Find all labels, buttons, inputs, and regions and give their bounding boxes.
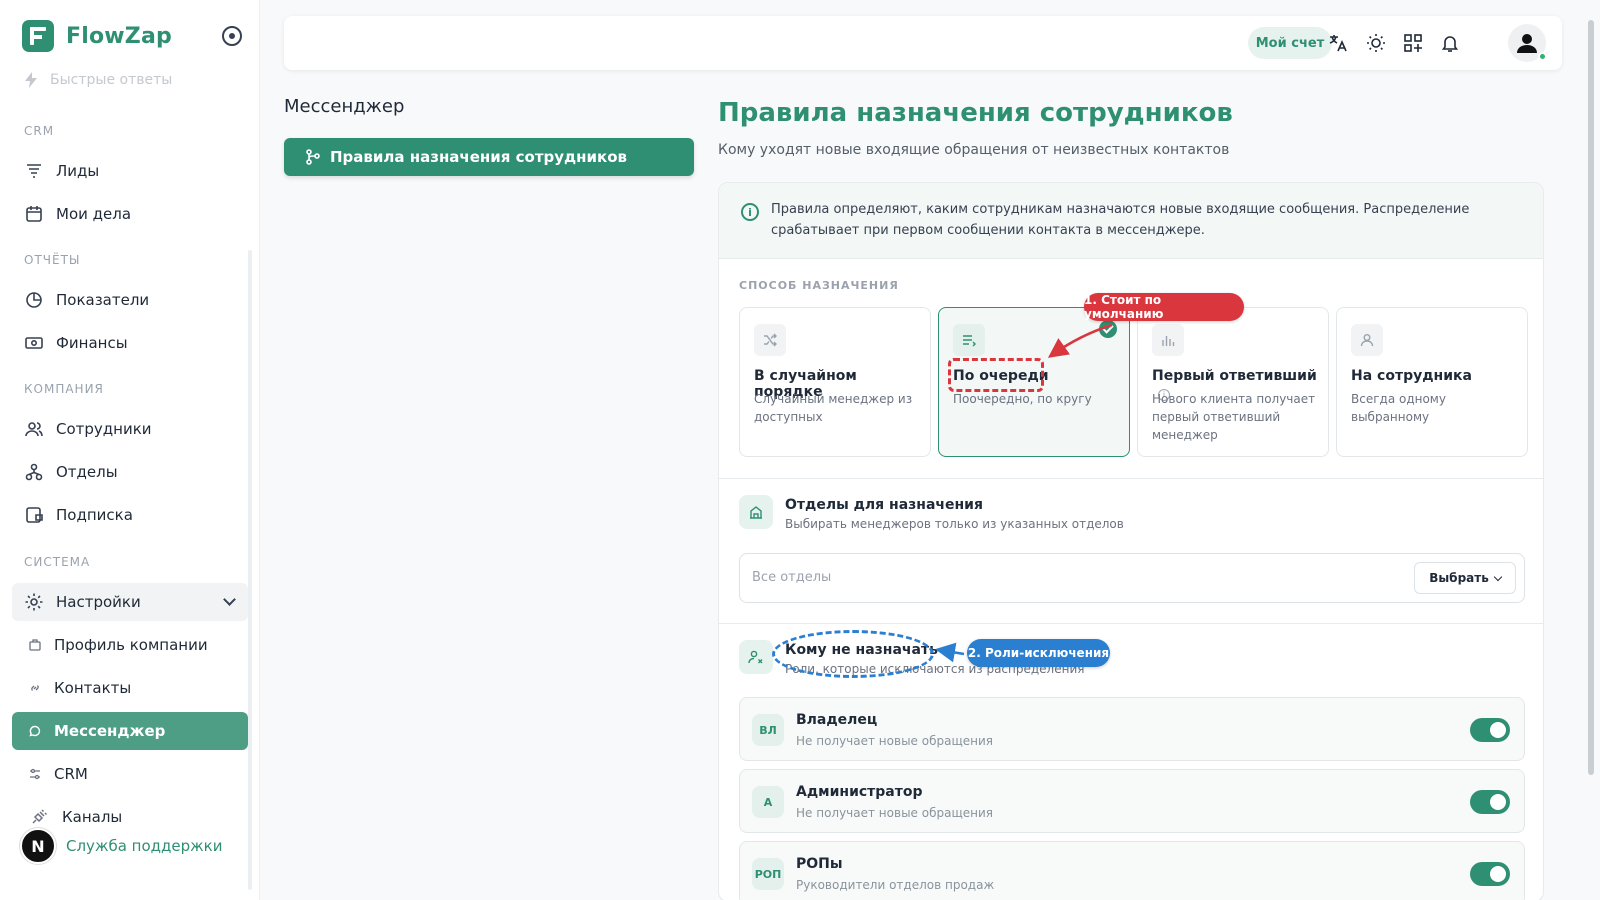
sidebar-item-departments[interactable]: Отделы <box>12 453 248 491</box>
exclude-admin-toggle[interactable] <box>1470 790 1510 814</box>
users-icon <box>24 419 44 439</box>
info-banner: i Правила определяют, каким сотрудникам … <box>719 183 1543 259</box>
option-first-responder[interactable]: Первый ответившийi Нового клиента получа… <box>1137 307 1329 457</box>
divider <box>719 478 1543 479</box>
queue-list-icon <box>953 324 985 356</box>
page-subtitle: Кому уходят новые входящие обращения от … <box>718 142 1230 158</box>
role-badge: А <box>752 786 784 818</box>
pie-chart-icon <box>24 290 44 310</box>
departments-title: Отделы для назначения <box>785 497 983 513</box>
exclude-sales-heads-toggle[interactable] <box>1470 862 1510 886</box>
bar-chart-icon <box>1152 324 1184 356</box>
sidebar-item-finance[interactable]: Финансы <box>12 324 248 362</box>
sidebar-item-quick-replies[interactable]: Быстрые ответы <box>24 72 172 88</box>
selected-check-icon <box>1099 320 1117 338</box>
annotation-blue-highlight <box>772 630 934 678</box>
assignment-rules-nav-button[interactable]: Правила назначения сотрудников <box>284 138 694 176</box>
top-bar: Мой счет <box>284 16 1562 70</box>
choose-departments-button[interactable]: Выбрать <box>1414 562 1516 594</box>
annotation-blue-label: 2. Роли-исключения <box>967 639 1110 667</box>
brand[interactable]: FlowZap <box>22 20 172 52</box>
role-row-admin: А Администратор Не получает новые обраще… <box>739 769 1525 833</box>
git-branch-icon <box>306 149 320 165</box>
sidebar-item-messenger[interactable]: Мессенджер <box>12 712 248 750</box>
support-link[interactable]: N Служба поддержки <box>20 828 222 864</box>
role-badge: ВЛ <box>752 714 784 746</box>
section-label-reports: ОТЧЁТЫ <box>24 253 81 267</box>
page-title: Правила назначения сотрудников <box>718 98 1233 128</box>
departments-subtitle: Выбирать менеджеров только из указанных … <box>785 517 1124 531</box>
user-icon <box>1517 34 1537 53</box>
method-label: СПОСОБ НАЗНАЧЕНИЯ <box>739 279 899 292</box>
role-row-owner: ВЛ Владелец Не получает новые обращения <box>739 697 1525 761</box>
chat-bubble-icon <box>28 724 42 738</box>
user-x-icon <box>739 640 773 674</box>
sidebar-item-subscription[interactable]: Подписка <box>12 496 248 534</box>
theme-sun-icon[interactable] <box>1365 32 1387 54</box>
sidebar-item-my-tasks[interactable]: Мои дела <box>12 195 248 233</box>
link-icon <box>28 681 42 695</box>
page-scrollbar[interactable] <box>1588 20 1594 775</box>
sidebar-item-employees[interactable]: Сотрудники <box>12 410 248 448</box>
wallet-icon <box>24 505 44 525</box>
role-row-sales-heads: РОП РОПы Руководители отделов продаж <box>739 841 1525 900</box>
flowzap-logo-icon <box>22 20 54 52</box>
chevron-down-icon <box>223 593 236 606</box>
sidebar-item-company-profile[interactable]: Профиль компании <box>12 626 248 664</box>
sidebar-toggle-icon[interactable] <box>222 26 242 46</box>
building-icon <box>739 495 773 529</box>
apps-grid-icon[interactable] <box>1402 32 1424 54</box>
gear-icon <box>24 592 44 612</box>
sidebar-item-leads[interactable]: Лиды <box>12 152 248 190</box>
section-label-company: КОМПАНИЯ <box>24 382 104 396</box>
sidebar-item-metrics[interactable]: Показатели <box>12 281 248 319</box>
panel-title: Мессенджер <box>284 96 405 117</box>
user-icon <box>1351 324 1383 356</box>
chevron-down-icon <box>1493 572 1503 581</box>
sidebar-scrollbar[interactable] <box>248 250 252 890</box>
brand-name: FlowZap <box>66 23 172 49</box>
sidebar-item-settings[interactable]: Настройки <box>12 583 248 621</box>
info-icon: i <box>741 203 759 221</box>
plug-icon <box>28 809 50 825</box>
sidebar: FlowZap Быстрые ответы CRM Лиды Мои дела… <box>0 0 260 900</box>
hierarchy-icon <box>24 462 44 482</box>
role-badge: РОП <box>752 858 784 890</box>
support-avatar: N <box>20 828 56 864</box>
my-account-button[interactable]: Мой счет <box>1248 27 1332 59</box>
sidebar-item-crm[interactable]: CRM <box>12 755 248 793</box>
building-icon <box>28 638 42 652</box>
sliders-icon <box>28 767 42 781</box>
departments-select[interactable]: Все отделы Выбрать <box>739 553 1525 603</box>
translate-icon[interactable] <box>1327 32 1349 54</box>
rules-card: i Правила определяют, каким сотрудникам … <box>718 182 1544 900</box>
section-label-crm: CRM <box>24 124 55 138</box>
exclude-owner-toggle[interactable] <box>1470 718 1510 742</box>
calendar-icon <box>24 204 44 224</box>
divider <box>719 623 1543 624</box>
option-specific-employee[interactable]: На сотрудника Всегда одному выбранному <box>1336 307 1528 457</box>
shuffle-icon <box>754 324 786 356</box>
online-status-dot <box>1538 52 1547 61</box>
annotation-red-label: 1. Стоит по умолчанию <box>1084 293 1244 321</box>
lightning-icon <box>25 72 37 88</box>
section-label-system: СИСТЕМА <box>24 555 91 569</box>
annotation-red-highlight <box>948 358 1044 392</box>
funnel-icon <box>24 161 44 181</box>
option-random[interactable]: В случайном порядке Случайный менеджер и… <box>739 307 931 457</box>
banknote-icon <box>24 333 44 353</box>
sidebar-item-contacts[interactable]: Контакты <box>12 669 248 707</box>
notification-bell-icon[interactable] <box>1439 32 1461 54</box>
